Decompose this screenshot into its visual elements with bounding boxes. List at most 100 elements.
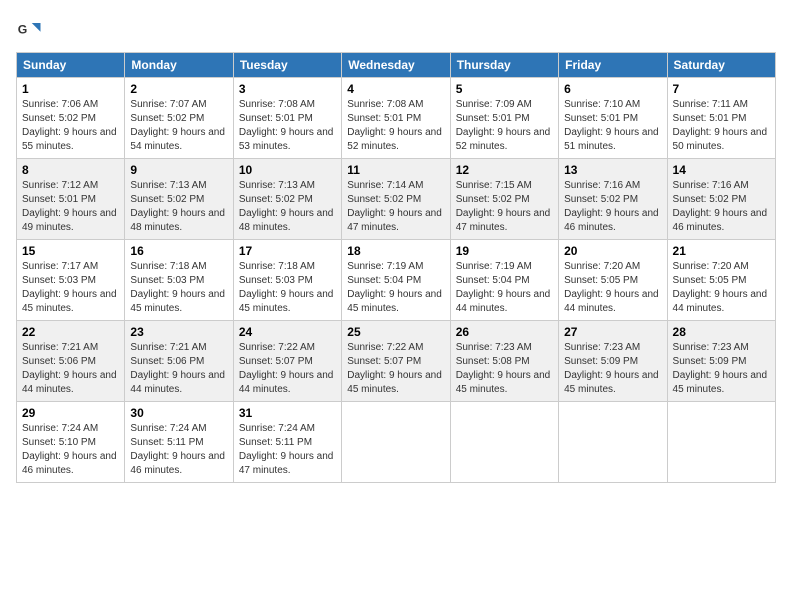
calendar-day-cell: 21 Sunrise: 7:20 AMSunset: 5:05 PMDaylig… xyxy=(667,240,775,321)
calendar-day-cell: 15 Sunrise: 7:17 AMSunset: 5:03 PMDaylig… xyxy=(17,240,125,321)
day-number: 8 xyxy=(22,163,119,177)
calendar-day-cell: 28 Sunrise: 7:23 AMSunset: 5:09 PMDaylig… xyxy=(667,321,775,402)
calendar-day-cell: 16 Sunrise: 7:18 AMSunset: 5:03 PMDaylig… xyxy=(125,240,233,321)
calendar-day-cell: 7 Sunrise: 7:11 AMSunset: 5:01 PMDayligh… xyxy=(667,78,775,159)
day-detail: Sunrise: 7:15 AMSunset: 5:02 PMDaylight:… xyxy=(456,179,553,235)
day-number: 5 xyxy=(456,82,553,96)
day-number: 3 xyxy=(239,82,336,96)
day-detail: Sunrise: 7:08 AMSunset: 5:01 PMDaylight:… xyxy=(239,98,336,154)
calendar-day-cell: 4 Sunrise: 7:08 AMSunset: 5:01 PMDayligh… xyxy=(342,78,450,159)
calendar-week-row: 22 Sunrise: 7:21 AMSunset: 5:06 PMDaylig… xyxy=(17,321,776,402)
empty-cell xyxy=(450,402,558,483)
calendar-day-cell: 9 Sunrise: 7:13 AMSunset: 5:02 PMDayligh… xyxy=(125,159,233,240)
day-detail: Sunrise: 7:22 AMSunset: 5:07 PMDaylight:… xyxy=(239,341,336,397)
day-detail: Sunrise: 7:17 AMSunset: 5:03 PMDaylight:… xyxy=(22,260,119,316)
calendar-day-cell: 26 Sunrise: 7:23 AMSunset: 5:08 PMDaylig… xyxy=(450,321,558,402)
calendar-day-cell: 10 Sunrise: 7:13 AMSunset: 5:02 PMDaylig… xyxy=(233,159,341,240)
day-detail: Sunrise: 7:22 AMSunset: 5:07 PMDaylight:… xyxy=(347,341,444,397)
day-detail: Sunrise: 7:23 AMSunset: 5:09 PMDaylight:… xyxy=(564,341,661,397)
calendar-day-cell: 8 Sunrise: 7:12 AMSunset: 5:01 PMDayligh… xyxy=(17,159,125,240)
day-detail: Sunrise: 7:20 AMSunset: 5:05 PMDaylight:… xyxy=(564,260,661,316)
day-number: 14 xyxy=(673,163,770,177)
logo-icon: G xyxy=(16,16,44,44)
day-number: 1 xyxy=(22,82,119,96)
day-number: 4 xyxy=(347,82,444,96)
day-detail: Sunrise: 7:19 AMSunset: 5:04 PMDaylight:… xyxy=(456,260,553,316)
svg-text:G: G xyxy=(18,23,28,37)
day-detail: Sunrise: 7:23 AMSunset: 5:08 PMDaylight:… xyxy=(456,341,553,397)
day-number: 23 xyxy=(130,325,227,339)
calendar-day-cell: 31 Sunrise: 7:24 AMSunset: 5:11 PMDaylig… xyxy=(233,402,341,483)
calendar-day-cell: 13 Sunrise: 7:16 AMSunset: 5:02 PMDaylig… xyxy=(559,159,667,240)
day-number: 16 xyxy=(130,244,227,258)
page-header: G xyxy=(16,16,776,44)
day-detail: Sunrise: 7:24 AMSunset: 5:11 PMDaylight:… xyxy=(130,422,227,478)
calendar-day-cell: 3 Sunrise: 7:08 AMSunset: 5:01 PMDayligh… xyxy=(233,78,341,159)
calendar-day-cell: 1 Sunrise: 7:06 AMSunset: 5:02 PMDayligh… xyxy=(17,78,125,159)
calendar-weekday-sunday: Sunday xyxy=(17,53,125,78)
day-number: 2 xyxy=(130,82,227,96)
calendar-weekday-tuesday: Tuesday xyxy=(233,53,341,78)
calendar-day-cell: 30 Sunrise: 7:24 AMSunset: 5:11 PMDaylig… xyxy=(125,402,233,483)
day-number: 19 xyxy=(456,244,553,258)
day-detail: Sunrise: 7:09 AMSunset: 5:01 PMDaylight:… xyxy=(456,98,553,154)
day-number: 20 xyxy=(564,244,661,258)
day-detail: Sunrise: 7:13 AMSunset: 5:02 PMDaylight:… xyxy=(239,179,336,235)
day-detail: Sunrise: 7:11 AMSunset: 5:01 PMDaylight:… xyxy=(673,98,770,154)
day-number: 18 xyxy=(347,244,444,258)
day-number: 28 xyxy=(673,325,770,339)
empty-cell xyxy=(559,402,667,483)
day-number: 24 xyxy=(239,325,336,339)
day-number: 12 xyxy=(456,163,553,177)
calendar-day-cell: 23 Sunrise: 7:21 AMSunset: 5:06 PMDaylig… xyxy=(125,321,233,402)
calendar-day-cell: 11 Sunrise: 7:14 AMSunset: 5:02 PMDaylig… xyxy=(342,159,450,240)
calendar-weekday-thursday: Thursday xyxy=(450,53,558,78)
day-detail: Sunrise: 7:16 AMSunset: 5:02 PMDaylight:… xyxy=(564,179,661,235)
day-number: 27 xyxy=(564,325,661,339)
calendar-day-cell: 25 Sunrise: 7:22 AMSunset: 5:07 PMDaylig… xyxy=(342,321,450,402)
day-number: 25 xyxy=(347,325,444,339)
calendar-day-cell: 6 Sunrise: 7:10 AMSunset: 5:01 PMDayligh… xyxy=(559,78,667,159)
calendar-day-cell: 14 Sunrise: 7:16 AMSunset: 5:02 PMDaylig… xyxy=(667,159,775,240)
calendar-day-cell: 20 Sunrise: 7:20 AMSunset: 5:05 PMDaylig… xyxy=(559,240,667,321)
day-number: 7 xyxy=(673,82,770,96)
calendar-week-row: 1 Sunrise: 7:06 AMSunset: 5:02 PMDayligh… xyxy=(17,78,776,159)
day-number: 30 xyxy=(130,406,227,420)
calendar-day-cell: 22 Sunrise: 7:21 AMSunset: 5:06 PMDaylig… xyxy=(17,321,125,402)
day-detail: Sunrise: 7:18 AMSunset: 5:03 PMDaylight:… xyxy=(130,260,227,316)
calendar-day-cell: 5 Sunrise: 7:09 AMSunset: 5:01 PMDayligh… xyxy=(450,78,558,159)
day-number: 22 xyxy=(22,325,119,339)
day-number: 9 xyxy=(130,163,227,177)
day-detail: Sunrise: 7:20 AMSunset: 5:05 PMDaylight:… xyxy=(673,260,770,316)
day-detail: Sunrise: 7:24 AMSunset: 5:11 PMDaylight:… xyxy=(239,422,336,478)
day-number: 6 xyxy=(564,82,661,96)
day-number: 31 xyxy=(239,406,336,420)
calendar-day-cell: 19 Sunrise: 7:19 AMSunset: 5:04 PMDaylig… xyxy=(450,240,558,321)
day-number: 26 xyxy=(456,325,553,339)
calendar-week-row: 8 Sunrise: 7:12 AMSunset: 5:01 PMDayligh… xyxy=(17,159,776,240)
day-number: 29 xyxy=(22,406,119,420)
day-detail: Sunrise: 7:23 AMSunset: 5:09 PMDaylight:… xyxy=(673,341,770,397)
day-detail: Sunrise: 7:24 AMSunset: 5:10 PMDaylight:… xyxy=(22,422,119,478)
day-detail: Sunrise: 7:10 AMSunset: 5:01 PMDaylight:… xyxy=(564,98,661,154)
calendar-weekday-saturday: Saturday xyxy=(667,53,775,78)
day-detail: Sunrise: 7:13 AMSunset: 5:02 PMDaylight:… xyxy=(130,179,227,235)
day-detail: Sunrise: 7:07 AMSunset: 5:02 PMDaylight:… xyxy=(130,98,227,154)
calendar-day-cell: 27 Sunrise: 7:23 AMSunset: 5:09 PMDaylig… xyxy=(559,321,667,402)
calendar-weekday-wednesday: Wednesday xyxy=(342,53,450,78)
day-number: 13 xyxy=(564,163,661,177)
empty-cell xyxy=(667,402,775,483)
calendar-weekday-monday: Monday xyxy=(125,53,233,78)
calendar-day-cell: 29 Sunrise: 7:24 AMSunset: 5:10 PMDaylig… xyxy=(17,402,125,483)
calendar-day-cell: 24 Sunrise: 7:22 AMSunset: 5:07 PMDaylig… xyxy=(233,321,341,402)
day-detail: Sunrise: 7:08 AMSunset: 5:01 PMDaylight:… xyxy=(347,98,444,154)
day-detail: Sunrise: 7:18 AMSunset: 5:03 PMDaylight:… xyxy=(239,260,336,316)
day-detail: Sunrise: 7:19 AMSunset: 5:04 PMDaylight:… xyxy=(347,260,444,316)
calendar-day-cell: 2 Sunrise: 7:07 AMSunset: 5:02 PMDayligh… xyxy=(125,78,233,159)
calendar-weekday-friday: Friday xyxy=(559,53,667,78)
calendar-week-row: 29 Sunrise: 7:24 AMSunset: 5:10 PMDaylig… xyxy=(17,402,776,483)
day-detail: Sunrise: 7:14 AMSunset: 5:02 PMDaylight:… xyxy=(347,179,444,235)
calendar-header-row: SundayMondayTuesdayWednesdayThursdayFrid… xyxy=(17,53,776,78)
calendar-day-cell: 12 Sunrise: 7:15 AMSunset: 5:02 PMDaylig… xyxy=(450,159,558,240)
calendar-day-cell: 18 Sunrise: 7:19 AMSunset: 5:04 PMDaylig… xyxy=(342,240,450,321)
